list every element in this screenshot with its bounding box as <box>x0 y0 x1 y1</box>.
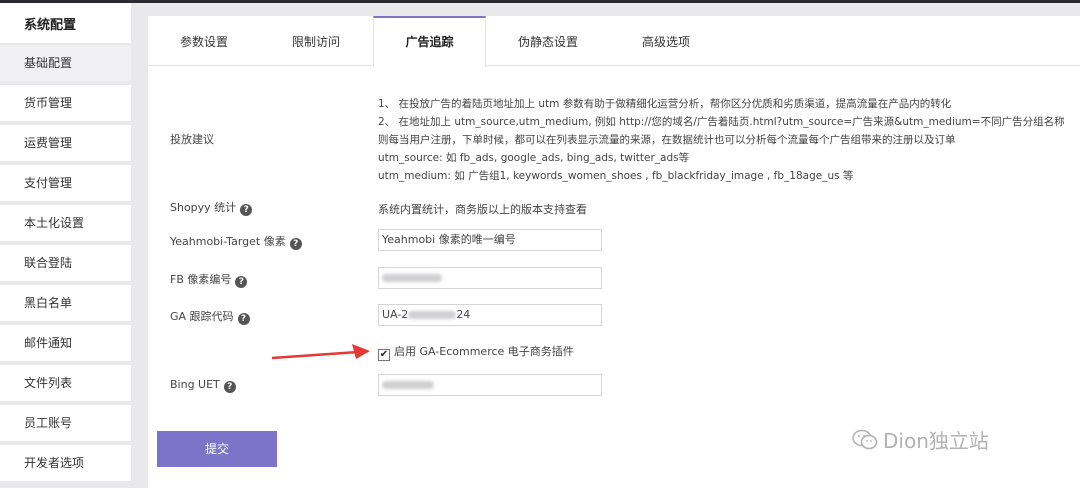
tab-advanced[interactable]: 高级选项 <box>610 16 722 66</box>
ga-label: GA 跟踪代码? <box>170 308 250 325</box>
bing-uet-label: Bing UET? <box>170 378 236 393</box>
ga-code-start: UA-2 <box>382 308 409 321</box>
sidebar-item-blacklist[interactable]: 黑白名单 <box>0 285 131 321</box>
bing-uet-input[interactable] <box>378 374 602 396</box>
help-icon[interactable]: ? <box>240 204 253 216</box>
advice-line: 2、 在地址加上 utm_source,utm_medium, 例如 http:… <box>378 116 1065 128</box>
advice-text: 1、 在投放广告的着陆页地址加上 utm 参数有助于做精细化运营分析，帮你区分优… <box>378 95 1078 185</box>
advice-line: utm_medium: 如 广告组1, keywords_women_shoes… <box>378 170 854 182</box>
ga-ecommerce-checkbox[interactable]: ✔ <box>378 349 390 361</box>
tab-params[interactable]: 参数设置 <box>148 16 260 66</box>
sidebar-item-developer[interactable]: 开发者选项 <box>0 445 131 481</box>
advice-line: 则每当用户注册，下单时候，都可以在列表显示流量的来源，在数据统计也可以分析每个流… <box>378 134 956 146</box>
sidebar-item-social-login[interactable]: 联合登陆 <box>0 245 131 281</box>
redacted-value <box>382 274 442 282</box>
tab-pseudo-static[interactable]: 伪静态设置 <box>486 16 610 66</box>
sidebar-item-payment[interactable]: 支付管理 <box>0 165 131 201</box>
sidebar-item-shipping[interactable]: 运费管理 <box>0 125 131 161</box>
sidebar: 系统配置 基础配置 货币管理 运费管理 支付管理 本土化设置 联合登陆 黑白名单… <box>0 3 131 488</box>
sidebar-item-files[interactable]: 文件列表 <box>0 365 131 401</box>
ga-ecommerce-label: 启用 GA-Ecommerce 电子商务插件 <box>394 345 574 358</box>
shopyy-value: 系统内置统计，商务版以上的版本支持查看 <box>378 203 587 216</box>
tab-access-limit[interactable]: 限制访问 <box>260 16 372 66</box>
sidebar-item-localization[interactable]: 本土化设置 <box>0 205 131 241</box>
help-icon[interactable]: ? <box>223 381 236 393</box>
sidebar-item-staff[interactable]: 员工账号 <box>0 405 131 441</box>
watermark-text: Dion独立站 <box>883 429 989 453</box>
sidebar-item-currency[interactable]: 货币管理 <box>0 85 131 121</box>
watermark: Dion独立站 <box>852 425 989 454</box>
sidebar-item-email-notify[interactable]: 邮件通知 <box>0 325 131 361</box>
tab-ad-tracking[interactable]: 广告追踪 <box>373 16 486 67</box>
shopyy-label-text: Shopyy 统计 <box>170 201 237 214</box>
submit-button[interactable]: 提交 <box>157 431 277 467</box>
fb-pixel-label: FB 像素编号? <box>170 271 248 288</box>
redacted-value <box>382 381 434 389</box>
fb-pixel-input[interactable] <box>378 267 602 289</box>
help-icon[interactable]: ? <box>237 313 250 325</box>
ga-code-input[interactable]: UA-2 24 <box>378 304 602 326</box>
advice-label: 投放建议 <box>170 133 214 146</box>
fb-pixel-label-text: FB 像素编号 <box>170 273 232 286</box>
yeahmobi-pixel-input[interactable]: Yeahmobi 像素的唯一编号 <box>378 229 602 251</box>
sidebar-item-basic-config[interactable]: 基础配置 <box>0 45 131 81</box>
help-icon[interactable]: ? <box>235 276 248 288</box>
advice-line: 1、 在投放广告的着陆页地址加上 utm 参数有助于做精细化运营分析，帮你区分优… <box>378 98 952 110</box>
shopyy-label: Shopyy 统计? <box>170 199 253 216</box>
tab-bar: 参数设置 限制访问 广告追踪 伪静态设置 高级选项 <box>148 16 1080 67</box>
ga-ecommerce-checkbox-row[interactable]: ✔ 启用 GA-Ecommerce 电子商务插件 <box>378 343 574 361</box>
top-bar <box>0 0 1080 3</box>
bing-uet-label-text: Bing UET <box>170 378 220 391</box>
yeahmobi-label: Yeahmobi-Target 像素? <box>170 233 302 250</box>
redacted-value <box>408 311 457 319</box>
yeahmobi-label-text: Yeahmobi-Target 像素 <box>170 235 286 248</box>
ga-code-end: 24 <box>456 308 471 321</box>
sidebar-title: 系统配置 <box>0 3 131 43</box>
help-icon[interactable]: ? <box>289 238 302 250</box>
ga-label-text: GA 跟踪代码 <box>170 310 234 323</box>
settings-panel: 参数设置 限制访问 广告追踪 伪静态设置 高级选项 投放建议 1、 在投放广告的… <box>148 16 1080 488</box>
red-arrow-annotation <box>271 344 370 360</box>
wechat-icon <box>852 429 878 450</box>
advice-line: utm_source: 如 fb_ads, google_ads, bing_a… <box>378 152 690 164</box>
